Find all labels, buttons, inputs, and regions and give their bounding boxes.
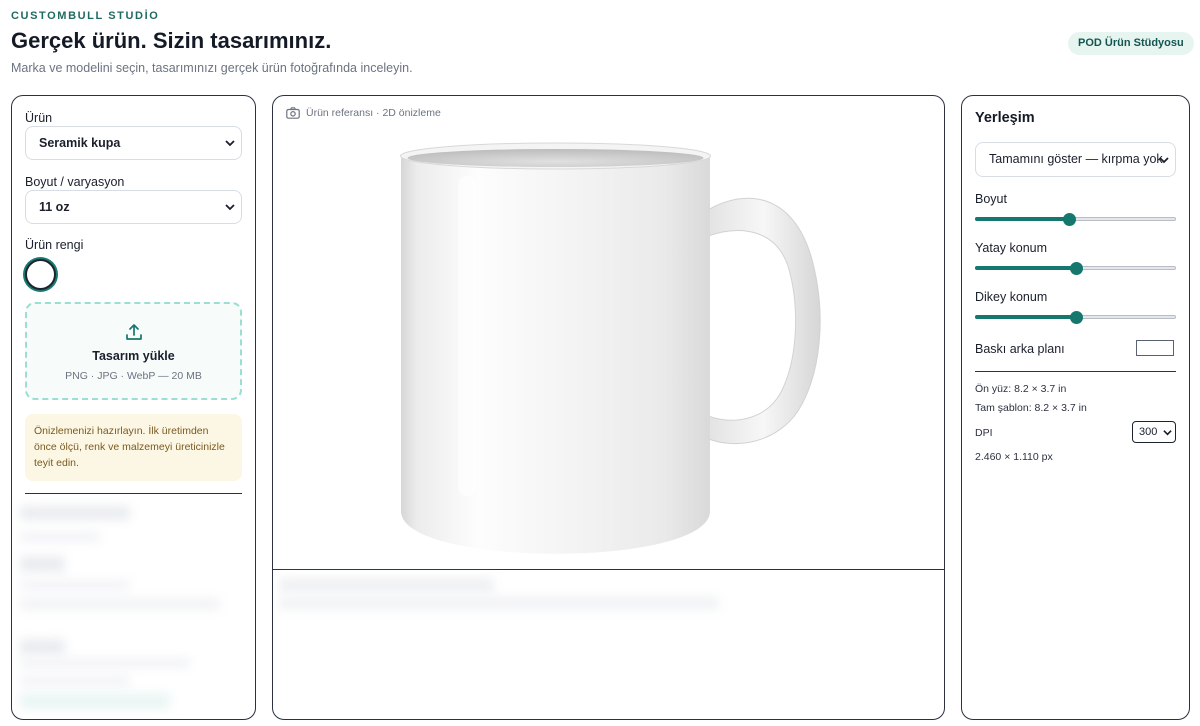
- size-label: Boyut / varyasyon: [25, 175, 125, 189]
- placement-title: Yerleşim: [975, 110, 1035, 126]
- size-slider[interactable]: [975, 212, 1176, 226]
- placement-panel: Yerleşim Tamamını göster — kırpma yok Bo…: [961, 95, 1190, 720]
- brand-name: CUSTOMBULL STUDİO: [11, 10, 160, 22]
- page-title: Gerçek ürün. Sizin tasarımınız.: [11, 28, 332, 53]
- template-size-info: Tam şablon: 8.2 × 3.7 in: [975, 402, 1087, 414]
- pixel-size-info: 2.460 × 1.110 px: [975, 451, 1053, 463]
- front-size-info: Ön yüz: 8.2 × 3.7 in: [975, 383, 1067, 395]
- chevron-down-icon: [1163, 430, 1172, 436]
- design-upload-dropzone[interactable]: Tasarım yükle PNG · JPG · WebP — 20 MB: [25, 302, 242, 400]
- vertical-slider-label: Dikey konum: [975, 290, 1048, 304]
- size-select-value: 11 oz: [39, 200, 70, 214]
- mug-product-image: [400, 142, 821, 554]
- page-subtitle: Marka ve modelini seçin, tasarımınızı ge…: [11, 61, 413, 75]
- dpi-select-value: 300: [1139, 426, 1158, 438]
- slider-thumb[interactable]: [1063, 213, 1077, 226]
- studio-badge: POD Ürün Stüdyosu: [1068, 32, 1194, 55]
- color-swatch-white[interactable]: [25, 259, 56, 290]
- fit-select[interactable]: Tamamını göster — kırpma yok: [975, 142, 1176, 177]
- chevron-down-icon: [1159, 157, 1169, 164]
- divider: [975, 371, 1176, 372]
- preview-header: Ürün referansı · 2D önizleme: [306, 107, 441, 119]
- size-slider-label: Boyut: [975, 192, 1007, 206]
- horizontal-slider-label: Yatay konum: [975, 241, 1048, 255]
- product-select-value: Seramik kupa: [39, 136, 121, 150]
- chevron-down-icon: [225, 140, 235, 147]
- product-config-panel: Ürün Seramik kupa Boyut / varyasyon 11 o…: [11, 95, 256, 720]
- upload-hint: PNG · JPG · WebP — 20 MB: [65, 370, 202, 382]
- product-label: Ürün: [25, 111, 53, 125]
- product-select[interactable]: Seramik kupa: [25, 126, 242, 160]
- slider-thumb[interactable]: [1069, 311, 1083, 324]
- dpi-select[interactable]: 300: [1132, 421, 1176, 443]
- print-background-color-picker[interactable]: [1136, 340, 1174, 356]
- size-select[interactable]: 11 oz: [25, 190, 242, 224]
- slider-thumb[interactable]: [1069, 262, 1083, 275]
- dpi-label: DPI: [975, 427, 993, 439]
- print-background-label: Baskı arka planı: [975, 342, 1065, 356]
- fit-select-value: Tamamını göster — kırpma yok: [989, 152, 1163, 166]
- upload-icon: [126, 324, 142, 340]
- chevron-down-icon: [225, 204, 235, 211]
- color-label: Ürün rengi: [25, 238, 84, 252]
- product-preview-panel: Ürün referansı · 2D önizleme: [272, 95, 945, 720]
- horizontal-position-slider[interactable]: [975, 261, 1176, 275]
- camera-icon: [286, 107, 300, 119]
- divider: [273, 569, 944, 570]
- divider: [25, 493, 242, 494]
- upload-title: Tasarım yükle: [92, 349, 175, 363]
- vertical-position-slider[interactable]: [975, 310, 1176, 324]
- preview-notice: Önizlemenizi hazırlayın. İlk üretimden ö…: [25, 414, 242, 481]
